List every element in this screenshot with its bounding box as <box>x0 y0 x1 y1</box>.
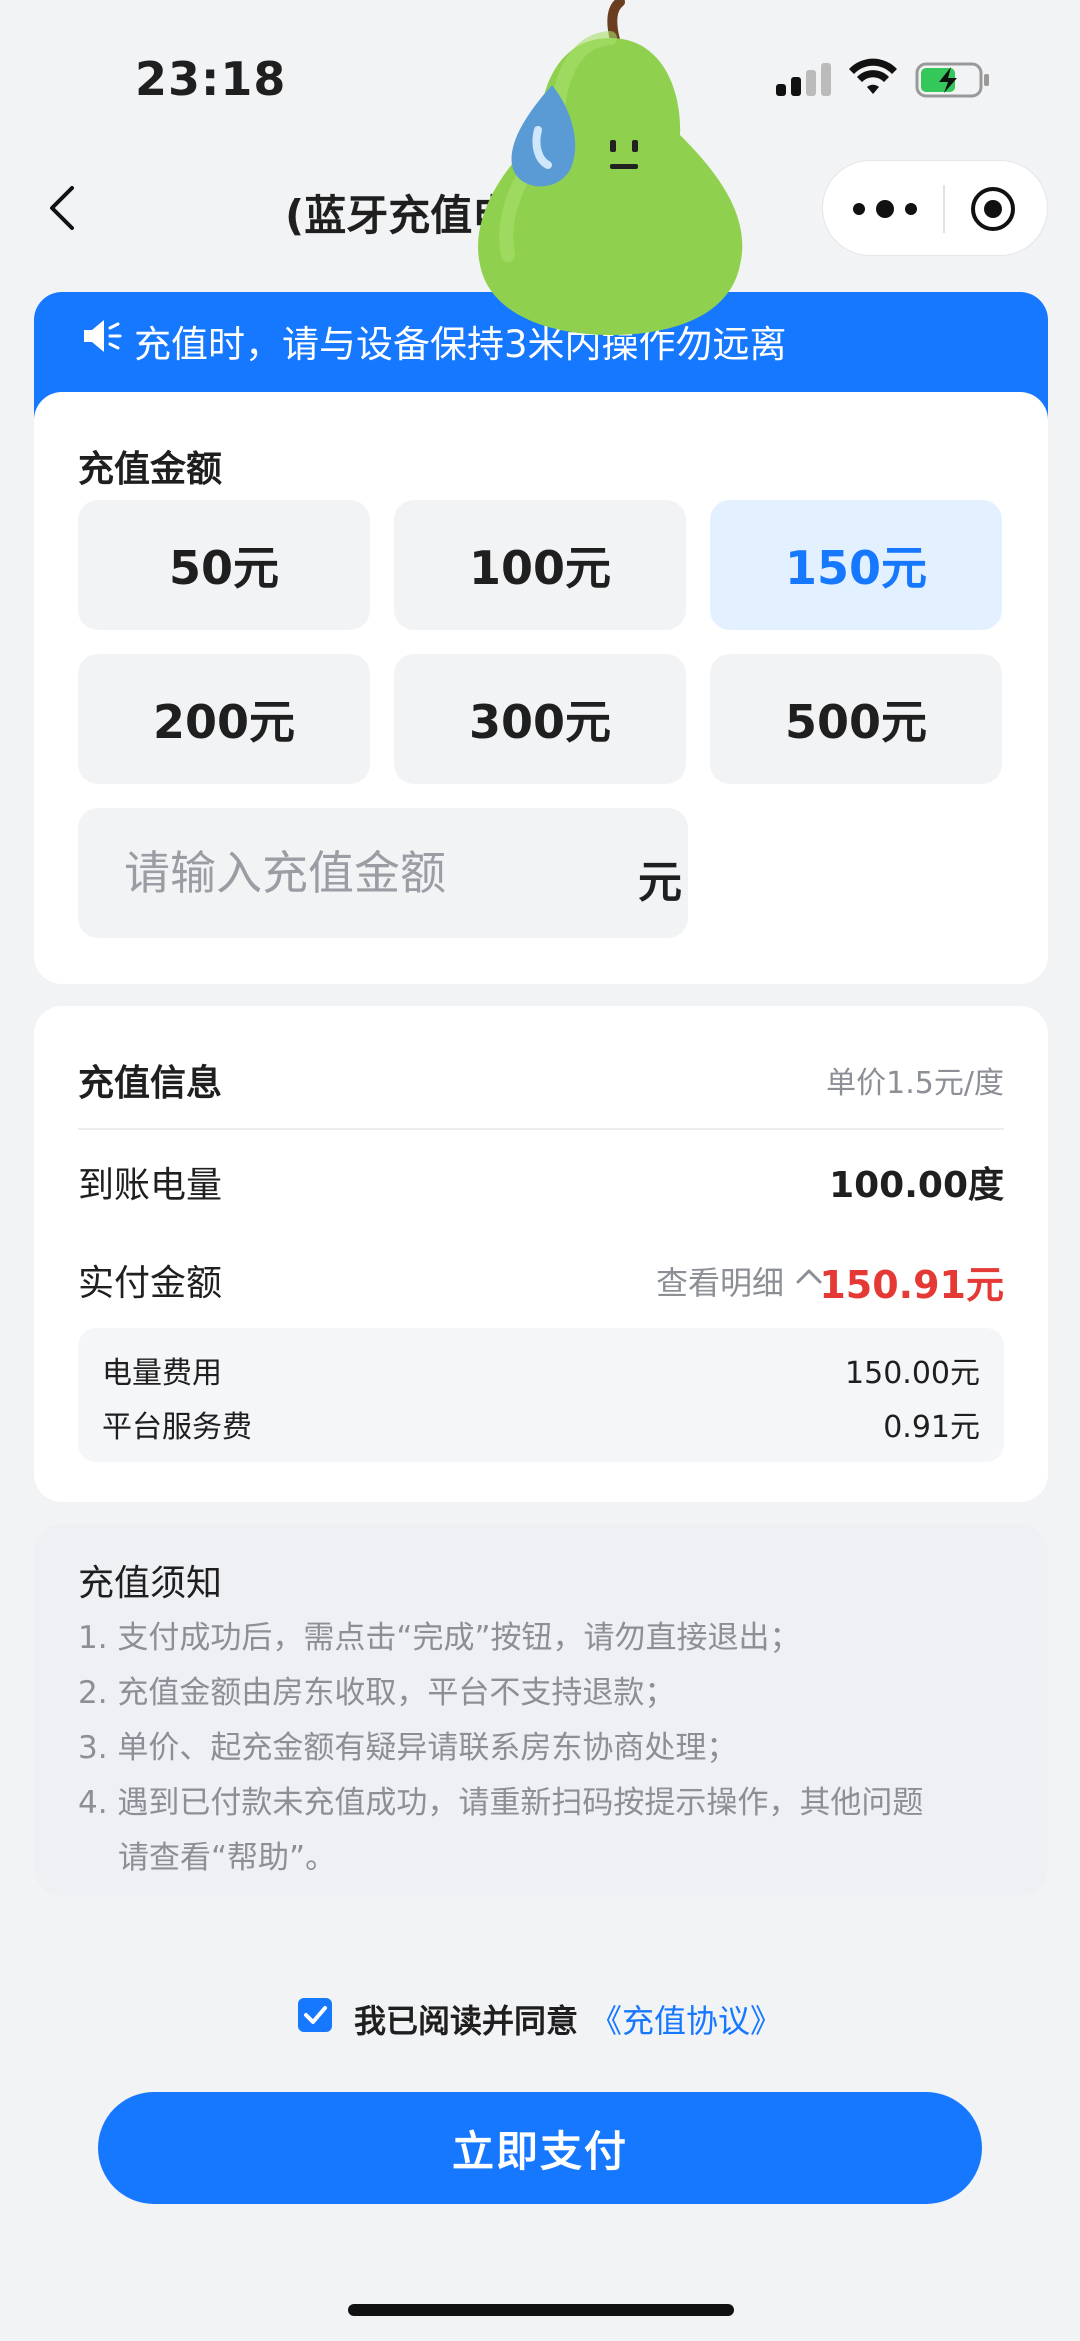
wifi-icon <box>849 58 897 94</box>
notes-line: 4. 遇到已付款未充值成功，请重新扫码按提示操作，其他问题 <box>78 1785 924 1821</box>
amount-section-title: 充值金额 <box>78 449 223 490</box>
notes-line: 3. 单价、起充金额有疑异请联系房东协商处理； <box>78 1730 738 1766</box>
more-icon[interactable] <box>847 189 923 229</box>
agreement-text: 我已阅读并同意 <box>354 2002 579 2040</box>
electricity-fee-label: 电量费用 <box>102 1356 222 1391</box>
paid-amount-value: 150.91元 <box>819 1263 1004 1307</box>
status-time: 23:18 <box>135 52 287 106</box>
agreement-checkbox[interactable] <box>298 1998 332 2032</box>
paid-amount-label: 实付金额 <box>78 1263 223 1304</box>
capsule-divider <box>943 185 945 233</box>
notes-title: 充值须知 <box>78 1563 223 1604</box>
amount-option-500[interactable]: 500元 <box>710 654 1002 784</box>
notes-line: 1. 支付成功后，需点击“完成”按钮，请勿直接退出； <box>78 1620 801 1656</box>
notes-line: 请查看“帮助”。 <box>118 1840 337 1876</box>
service-fee-label: 平台服务费 <box>102 1410 252 1445</box>
custom-amount-field: 元 <box>78 808 688 938</box>
info-section-title: 充值信息 <box>78 1063 223 1104</box>
energy-label: 到账电量 <box>78 1165 223 1206</box>
home-indicator <box>348 2304 734 2316</box>
recharge-notes: 充值须知 1. 支付成功后，需点击“完成”按钮，请勿直接退出； 2. 充值金额由… <box>34 1524 1048 1896</box>
energy-value: 100.00度 <box>829 1165 1004 1206</box>
electricity-fee-value: 150.00元 <box>845 1356 980 1391</box>
signal-icon <box>776 63 831 96</box>
recharge-amount-card: 充值金额 50元 100元 150元 200元 300元 500元 元 <box>34 392 1048 984</box>
amount-option-200[interactable]: 200元 <box>78 654 370 784</box>
notes-line: 2. 充值金额由房东收取，平台不支持退款； <box>78 1675 676 1711</box>
pear-mascot-sticker <box>478 0 743 335</box>
amount-option-50[interactable]: 50元 <box>78 500 370 630</box>
unit-price-hint: 单价1.5元/度 <box>826 1066 1004 1101</box>
amount-option-150[interactable]: 150元 <box>710 500 1002 630</box>
service-fee-value: 0.91元 <box>883 1410 980 1445</box>
battery-charging-icon <box>915 62 989 98</box>
agreement-link[interactable]: 《充值协议》 <box>590 1996 782 2042</box>
speaker-icon <box>84 320 122 352</box>
back-icon[interactable] <box>36 180 92 236</box>
amount-option-100[interactable]: 100元 <box>394 500 686 630</box>
checkmark-icon <box>304 2006 327 2024</box>
pay-now-button[interactable]: 立即支付 <box>98 2092 982 2204</box>
custom-amount-input[interactable] <box>78 808 578 938</box>
fee-breakdown: 电量费用 150.00元 平台服务费 0.91元 <box>78 1328 1004 1462</box>
mini-program-capsule <box>822 160 1048 256</box>
info-divider <box>78 1128 1004 1130</box>
amount-option-300[interactable]: 300元 <box>394 654 686 784</box>
custom-amount-unit: 元 <box>638 857 682 908</box>
close-mini-program-icon[interactable] <box>969 185 1017 233</box>
recharge-info-card: 充值信息 单价1.5元/度 到账电量 100.00度 实付金额 查看明细 150… <box>34 1006 1048 1502</box>
view-detail-link[interactable]: 查看明细 <box>656 1258 784 1304</box>
